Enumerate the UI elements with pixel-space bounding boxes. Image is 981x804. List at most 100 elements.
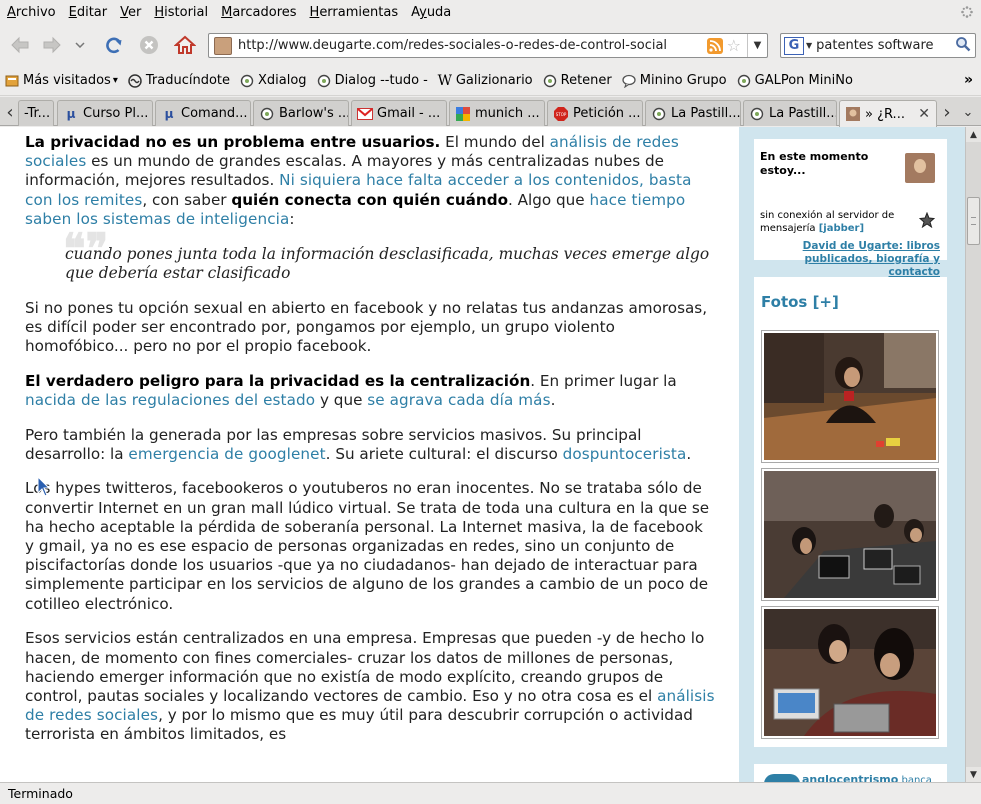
bookmark-label: Traducíndote [145, 73, 230, 88]
close-tab-icon[interactable]: ✕ [918, 106, 930, 122]
mu-icon: μ [66, 106, 76, 121]
url-bar[interactable]: http://www.deugarte.com/redes-sociales-o… [208, 33, 768, 58]
now-title: En este momento estoy... [760, 150, 869, 177]
home-icon[interactable] [173, 33, 197, 57]
search-bar[interactable]: G ▼ patentes software [780, 33, 976, 58]
bookmark-retener[interactable]: Retener [542, 73, 612, 89]
profile-link[interactable]: David de Ugarte: libros publicados, biog… [764, 240, 940, 279]
menu-historial[interactable]: Historial [153, 5, 209, 20]
link-dospuntocerista[interactable]: dospuntocerista [563, 445, 687, 463]
tab-label: Petición ... [573, 106, 641, 121]
stop-icon[interactable] [137, 33, 161, 57]
status-box: En este momento estoy... sin conexión al… [754, 139, 947, 278]
tab-list-dropdown-icon[interactable]: ⌄ [960, 100, 976, 124]
tab-active[interactable]: » ¿R... ✕ [839, 100, 937, 127]
photo-thumbnail[interactable] [761, 468, 939, 601]
scroll-up-icon[interactable]: ▲ [966, 127, 981, 142]
tab-7[interactable]: La Pastill... [645, 100, 741, 126]
scrollbar-thumb[interactable] [967, 197, 980, 245]
status-bar: Terminado [0, 782, 981, 804]
text: y que [315, 390, 368, 409]
photo-two-people-laptop [764, 609, 936, 736]
rss-feed-icon[interactable] [706, 37, 723, 54]
wave-icon [127, 73, 143, 89]
url-text[interactable]: http://www.deugarte.com/redes-sociales-o… [238, 38, 707, 53]
sidebar: En este momento estoy... sin conexión al… [739, 127, 965, 782]
search-input[interactable]: patentes software [816, 38, 955, 53]
text: . Algo que [508, 190, 590, 209]
bookmark-mas-visitados[interactable]: Más visitados ▾ [4, 73, 118, 89]
tab-label: Comand... [181, 106, 248, 121]
history-dropdown-icon[interactable] [72, 33, 88, 57]
tab-label: -Tr... [24, 106, 51, 121]
tab-label: munich ... [475, 106, 540, 121]
tab-scroll-left-icon[interactable]: ‹ [2, 100, 18, 124]
menu-editar[interactable]: Editar [68, 5, 109, 20]
url-dropdown-icon[interactable]: ▼ [747, 34, 767, 57]
google-icon [455, 106, 471, 122]
tab-4[interactable]: Gmail - ... [351, 100, 447, 126]
feed-circle-icon [749, 106, 765, 122]
next-widget-title[interactable]: anglocentrismo banca [802, 773, 932, 782]
bookmark-traducindote[interactable]: Traducíndote [127, 73, 230, 89]
photos-box: Fotos [+] [754, 277, 947, 747]
feed-circle-icon [736, 73, 752, 89]
activity-throbber-icon [961, 6, 973, 18]
text: . Su ariete cultural: el discurso [325, 444, 563, 463]
paragraph-5: Los hypes twitteros, facebookeros o yout… [25, 479, 710, 613]
back-arrow-icon[interactable] [8, 33, 32, 57]
tab-1[interactable]: μ Curso Pl... [57, 100, 153, 126]
next-widget: anglocentrismo banca [754, 764, 947, 782]
bold-text: quién conecta con quién cuándo [231, 190, 509, 209]
mouse-pointer-icon [37, 475, 51, 502]
reload-icon[interactable] [102, 33, 126, 57]
photos-title[interactable]: Fotos [+] [761, 293, 839, 311]
forward-arrow-icon[interactable] [40, 33, 64, 57]
bookmark-galpon-minino[interactable]: GALPon MiniNo [736, 73, 853, 89]
bookmark-star-icon[interactable]: ☆ [727, 36, 741, 55]
vertical-scrollbar[interactable]: ▲ ▼ [965, 127, 981, 782]
photo-thumbnail[interactable] [761, 606, 939, 739]
tab-label: » ¿R... [865, 106, 905, 122]
bookmark-dialog-tudo[interactable]: Dialog --tudo - [316, 73, 428, 89]
menu-ver[interactable]: Ver [119, 5, 142, 20]
photo-thumbnail[interactable] [761, 330, 939, 463]
bookmark-galizionario[interactable]: W Galizionario [437, 73, 533, 89]
bookmarks-overflow-icon[interactable]: » [964, 72, 973, 88]
text: Esos servicios están centralizados en un… [25, 629, 705, 705]
jabber-star-icon [918, 211, 936, 232]
paragraph-2: Si no pones tu opción sexual en abierto … [25, 298, 708, 355]
wikipedia-w-icon: W [437, 72, 453, 89]
paragraph-1: La privacidad no es un problema entre us… [25, 133, 715, 229]
bookmark-xdialog[interactable]: Xdialog [239, 73, 307, 89]
bold-text: El verdadero peligro para la privacidad … [25, 371, 531, 390]
menu-ayuda[interactable]: Ayuda [410, 5, 452, 20]
navigation-toolbar: http://www.deugarte.com/redes-sociales-o… [0, 25, 981, 65]
link-googlenet[interactable]: emergencia de googlenet [128, 445, 325, 463]
search-engine-dropdown-icon[interactable]: ▼ [806, 41, 812, 50]
tab-5[interactable]: munich ... [449, 100, 545, 126]
tab-6[interactable]: STOP Petición ... [547, 100, 643, 126]
scroll-down-icon[interactable]: ▼ [966, 767, 981, 782]
bookmarks-toolbar: Más visitados ▾ Traducíndote Xdialog Dia… [0, 66, 981, 96]
search-engine-google-icon[interactable]: G [784, 36, 804, 55]
tab-3[interactable]: Barlow's ... [253, 100, 349, 126]
author-avatar[interactable] [905, 153, 935, 183]
menu-herramientas[interactable]: Herramientas [309, 5, 400, 20]
link-regulaciones-estado[interactable]: nacida de las regulaciones del estado [25, 391, 315, 409]
gmail-icon [357, 106, 373, 122]
bookmark-label: GALPon MiniNo [754, 73, 853, 88]
tab-scroll-right-icon[interactable]: › [939, 100, 955, 124]
next-subtitle-text: banca [898, 775, 932, 782]
menu-archivo[interactable]: Archivo [6, 5, 57, 20]
tab-2[interactable]: μ Comand... [155, 100, 251, 126]
menu-marcadores[interactable]: Marcadores [220, 5, 297, 20]
tab-0[interactable]: -Tr... [18, 100, 54, 126]
feed-circle-icon [651, 106, 667, 122]
jabber-link[interactable]: [jabber] [819, 223, 864, 234]
bookmark-minino-grupo[interactable]: Minino Grupo [621, 73, 727, 89]
tab-8[interactable]: La Pastill... [743, 100, 837, 126]
link-se-agrava[interactable]: se agrava cada día más [367, 391, 550, 409]
photo-woman-talking [764, 333, 936, 460]
search-icon[interactable] [955, 36, 975, 56]
